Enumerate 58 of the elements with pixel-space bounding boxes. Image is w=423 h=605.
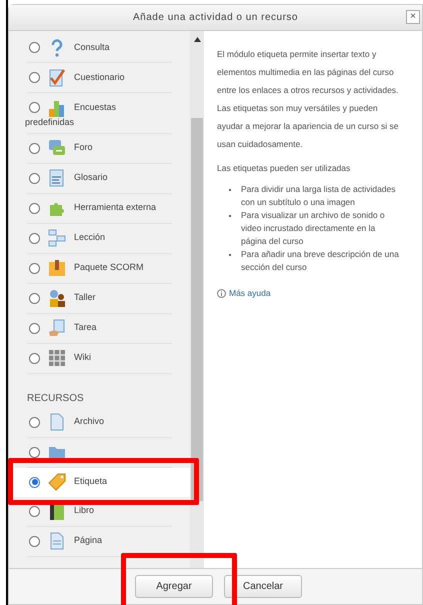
speech-bubbles-icon (48, 139, 66, 157)
option-label: Paquete SCORM (74, 261, 144, 274)
option-label: Taller (74, 291, 96, 304)
option-label: Herramienta externa (74, 201, 156, 214)
radio-button[interactable] (29, 232, 40, 244)
radio-button[interactable] (29, 536, 40, 546)
help-link[interactable]: Más ayuda (229, 284, 271, 302)
dialog-button[interactable]: Cancelar (224, 575, 302, 598)
radio-button[interactable] (29, 322, 40, 334)
radio-button[interactable] (29, 476, 40, 488)
description-paragraph: Las etiquetas pueden ser utilizadas (217, 162, 352, 175)
wiki-grid-icon (48, 349, 66, 367)
option-label: Archivo (74, 415, 104, 428)
radio-button[interactable] (29, 42, 40, 53)
radio-button[interactable] (29, 202, 40, 214)
option-label: Lección (74, 231, 106, 244)
radio-button[interactable] (29, 262, 40, 274)
flowchart-icon (48, 229, 66, 247)
radio-button[interactable] (29, 292, 40, 304)
file-icon (48, 413, 66, 431)
bullet-text: Para dividir una larga lista de actividades con un subtítulo o una imagen (241, 183, 397, 209)
option-label: Wiki (74, 351, 91, 364)
option-label: Libro (74, 504, 94, 518)
dialog-button[interactable]: Agregar (135, 575, 213, 598)
checkmark-icon (48, 68, 66, 86)
radio-button[interactable] (29, 416, 40, 428)
tag-icon (48, 473, 66, 491)
radio-button[interactable] (29, 102, 40, 113)
section-heading: RECURSOS (27, 392, 85, 406)
radio-button[interactable] (29, 142, 40, 154)
option-label: Foro (74, 141, 93, 154)
radio-button[interactable] (29, 172, 40, 184)
radio-button[interactable] (29, 72, 40, 83)
description-paragraph: El módulo etiqueta permite insertar texto y elementos multimedia en las páginas del curso entre los enlaces a otros recursos y actividades. Las etiquetas son muy versátiles y pueden ayudar a mejorar la apariencia de un curso si se usan cuidadosamente. (217, 48, 400, 151)
bar-chart-icon (48, 98, 66, 116)
scroll-up-icon[interactable] (194, 37, 200, 42)
page-icon (48, 532, 66, 550)
scrollbar-thumb[interactable] (191, 118, 203, 501)
option-label: Encuestas (74, 100, 116, 114)
option-label: Página (74, 534, 102, 548)
hand-with-document-icon (48, 319, 66, 337)
window-title: Añade una actividad o un recurso (133, 11, 298, 25)
radio-button[interactable] (29, 506, 40, 516)
option-label: Tarea (74, 321, 97, 334)
info-icon (217, 288, 226, 298)
radio-button[interactable] (29, 352, 40, 364)
option-label: Consulta (74, 40, 110, 54)
bullet-text: Para visualizar un archivo de sonido o video incrustado directamente en la página del curso (241, 209, 386, 248)
people-icon (48, 289, 66, 307)
scrollbar[interactable] (190, 31, 204, 568)
bullet-text: Para añadir una breve descripción de una sección del curso (241, 248, 400, 274)
close-button[interactable]: × (406, 10, 420, 24)
radio-button[interactable] (29, 446, 40, 458)
option-label: Glosario (74, 171, 108, 184)
option-label: predefinidas (25, 116, 76, 129)
option-label: Cuestionario (74, 70, 125, 84)
option-label: Etiqueta (74, 475, 108, 488)
package-box-icon (48, 259, 66, 277)
